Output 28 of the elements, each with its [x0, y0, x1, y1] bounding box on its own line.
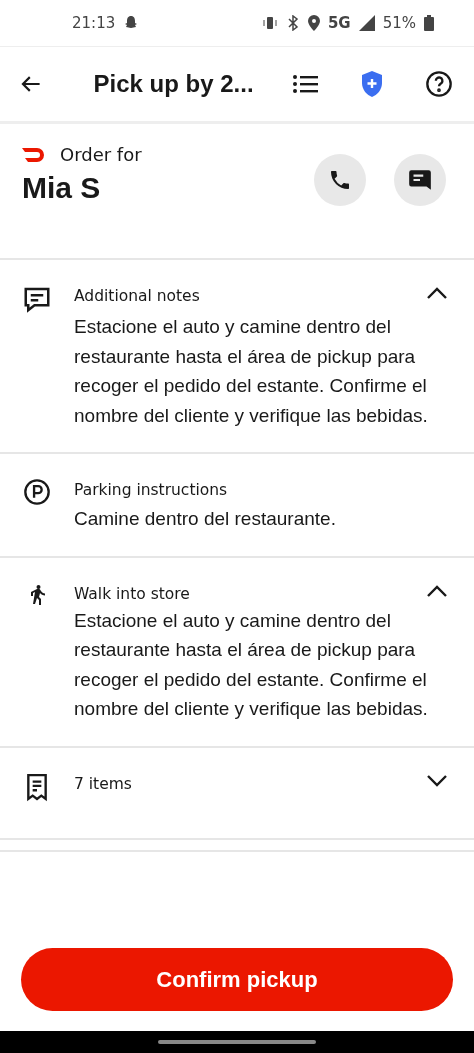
message-button[interactable]	[394, 154, 446, 206]
phone-icon	[328, 168, 352, 192]
order-label: Order for	[60, 144, 142, 165]
confirm-pickup-button[interactable]: Confirm pickup	[21, 948, 453, 1011]
call-button[interactable]	[314, 154, 366, 206]
section-text: Estacione el auto y camine dentro del restaurante hasta el área de pickup para recoger el pedido del estante. Confirme el nombre del cliente y verifique las bebidas.	[74, 315, 429, 428]
page-title: Pick up by 2...	[93, 70, 254, 98]
section-text: Estacione el auto y camine dentro del restaurante hasta el área de pickup para recoger el pedido del estante. Confirme el nombre del cliente y verifique las bebidas.	[74, 608, 429, 721]
section-title: Walk into store	[74, 584, 191, 603]
chat-bubble-icon	[407, 167, 433, 193]
section-text: Camine dentro del restaurante.	[74, 507, 337, 531]
signal-icon	[358, 15, 375, 31]
chevron-up-icon[interactable]	[426, 583, 448, 598]
section-title: Additional notes	[74, 287, 201, 305]
chevron-up-icon[interactable]	[426, 286, 448, 300]
section-title: 7 items	[74, 774, 133, 793]
network-label: 5G	[327, 14, 351, 32]
battery-level: 51%	[382, 14, 416, 32]
section-title: Parking instructions	[74, 481, 229, 499]
parking-icon	[23, 478, 51, 506]
status-time: 21:13	[72, 14, 116, 32]
customer-name: Mia S	[22, 171, 102, 205]
battery-icon	[424, 15, 434, 31]
vibrate-icon	[261, 15, 278, 31]
receipt-icon	[24, 771, 50, 802]
location-icon	[307, 15, 320, 31]
bluetooth-icon	[285, 15, 300, 31]
chevron-down-icon[interactable]	[426, 773, 448, 788]
